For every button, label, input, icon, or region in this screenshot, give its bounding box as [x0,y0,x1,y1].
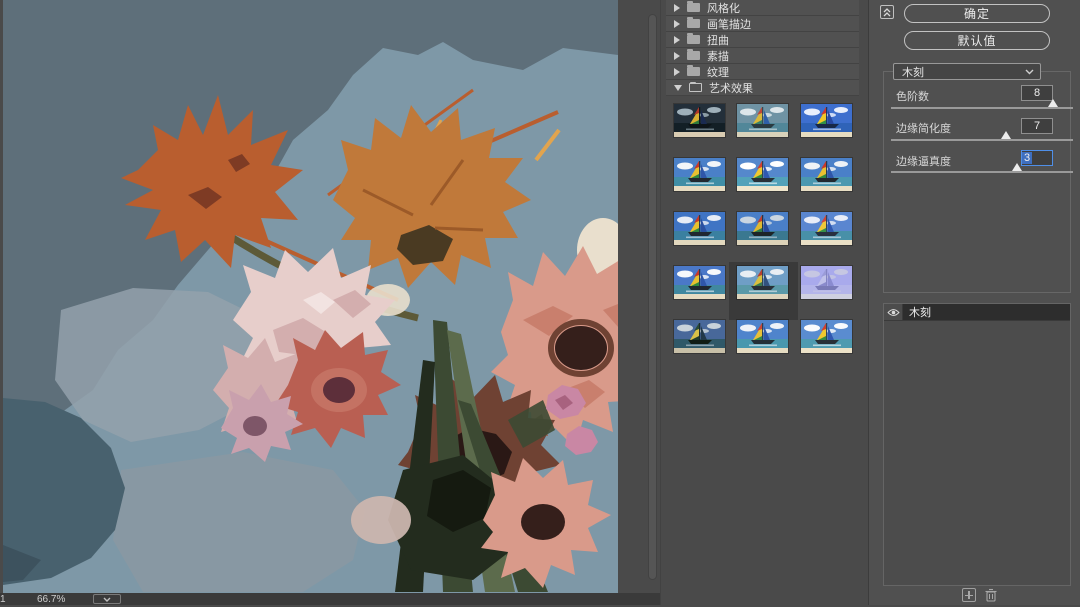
edge-simplicity-slider[interactable] [891,131,1073,141]
eye-icon [886,308,900,316]
edge-fidelity-value-field[interactable]: 3 [1021,150,1053,166]
slider-thumb[interactable] [1011,163,1022,171]
double-chevron-up-icon [883,8,891,17]
levels-slider[interactable] [891,99,1073,109]
visibility-toggle[interactable] [884,304,903,320]
filter-thumbnail-5[interactable] [729,154,798,212]
clipped-edge-glyph: 1 [0,593,6,605]
edge-simplicity-label: 边缘简化度 [896,123,951,135]
filter-thumbnail-7[interactable] [666,208,735,266]
preview-statusbar: 1 66.7% [0,593,660,605]
filter-thumbnail-11[interactable] [729,262,798,320]
filter-thumbnail-2[interactable] [729,100,798,158]
filter-settings-panel: 确定 默认值 木刻 色阶数 8 边缘简化度 7 边缘逼真度 3 木刻 [868,0,1080,605]
filter-thumbnail-14[interactable] [729,316,798,374]
defaults-button[interactable]: 默认值 [904,31,1050,50]
filtered-image-canvas[interactable] [3,0,618,593]
edge-fidelity-label: 边缘逼真度 [896,156,951,168]
slider-thumb[interactable] [1000,131,1011,139]
filter-thumbnail-12[interactable] [793,262,862,320]
filter-thumbnail-15[interactable] [793,316,862,374]
ok-button[interactable]: 确定 [904,4,1050,23]
filter-select-value: 木刻 [902,66,924,79]
effect-layers-list: 木刻 [883,303,1071,586]
edge-simplicity-value-field[interactable]: 7 [1021,118,1053,134]
filter-thumbnail-8[interactable] [729,208,798,266]
image-preview-area: 1 66.7% [0,0,660,605]
collapse-panel-button[interactable] [880,5,894,19]
trash-icon [985,588,997,602]
slider-thumb[interactable] [1047,99,1058,107]
filter-thumbnail-4[interactable] [666,154,735,212]
zoom-level-value: 66.7% [37,593,66,605]
zoom-level-dropdown[interactable] [93,594,122,604]
filter-thumbnail-9[interactable] [793,208,862,266]
edge-fidelity-slider[interactable] [891,163,1073,173]
filter-thumbnail-grid [661,0,869,605]
filter-thumbnail-1[interactable] [666,100,735,158]
effect-layer-row[interactable]: 木刻 [884,304,1070,321]
filter-thumbnail-3[interactable] [793,100,862,158]
filter-gallery-panel: 风格化 画笔描边 扭曲 素描 纹理 艺术效果 [660,0,868,605]
new-effect-layer-button[interactable] [962,588,976,602]
chevron-down-icon [103,597,111,602]
delete-effect-layer-button[interactable] [984,588,998,602]
filter-settings-group [883,71,1071,293]
filter-thumbnail-13[interactable] [666,316,735,374]
filter-thumbnail-10[interactable] [666,262,735,320]
filter-type-select[interactable]: 木刻 [893,63,1041,80]
levels-label: 色阶数 [896,91,929,103]
chevron-down-icon [1025,69,1034,74]
filter-thumbnail-6[interactable] [793,154,862,212]
preview-vertical-scrollbar[interactable] [648,14,657,580]
effect-layer-name: 木刻 [903,304,1070,320]
